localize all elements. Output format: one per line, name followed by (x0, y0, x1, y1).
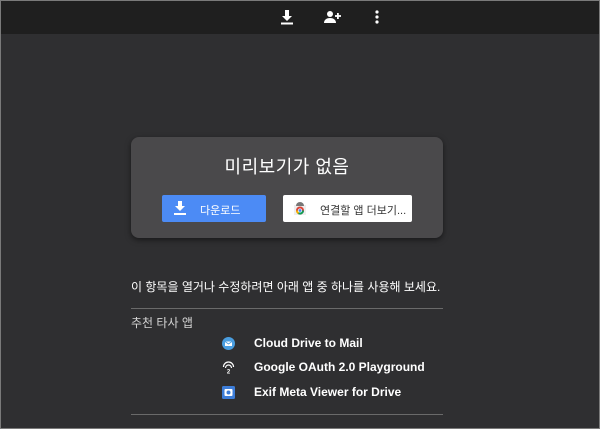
oauth-playground-icon: 2 (222, 360, 235, 374)
divider-top (131, 308, 443, 309)
no-preview-card: 미리보기가 없음 다운로드 연결할 앱 더보기... (131, 137, 443, 238)
more-vert-icon (375, 10, 379, 24)
app-item-cloud-drive-to-mail[interactable]: Cloud Drive to Mail (222, 334, 363, 352)
download-icon (174, 201, 186, 215)
app-name: Google OAuth 2.0 Playground (254, 360, 425, 374)
no-preview-title: 미리보기가 없음 (224, 157, 350, 177)
mail-app-icon (222, 336, 235, 350)
share-toolbar-button[interactable] (319, 5, 345, 29)
exif-viewer-icon (222, 385, 235, 399)
top-toolbar (1, 1, 599, 34)
divider-bottom (131, 414, 443, 415)
download-icon (281, 10, 293, 25)
svg-text:2: 2 (227, 369, 231, 374)
app-item-exif-meta-viewer[interactable]: Exif Meta Viewer for Drive (222, 383, 401, 401)
person-add-icon (324, 11, 341, 23)
download-button-label: 다운로드 (200, 205, 241, 217)
more-apps-button-label: 연결할 앱 더보기... (320, 205, 407, 217)
open-with-description: 이 항목을 열거나 수정하려면 아래 앱 중 하나를 사용해 보세요. (131, 280, 441, 294)
recommended-apps-label: 추천 타사 앱 (131, 316, 193, 330)
more-options-button[interactable] (364, 5, 390, 29)
app-name: Exif Meta Viewer for Drive (254, 385, 402, 399)
download-button[interactable]: 다운로드 (162, 195, 266, 222)
app-item-oauth-playground[interactable]: 2 Google OAuth 2.0 Playground (222, 358, 425, 376)
chrome-web-store-icon (294, 202, 306, 215)
more-apps-button[interactable]: 연결할 앱 더보기... (283, 195, 412, 222)
app-name: Cloud Drive to Mail (254, 336, 363, 350)
download-toolbar-button[interactable] (274, 5, 300, 29)
